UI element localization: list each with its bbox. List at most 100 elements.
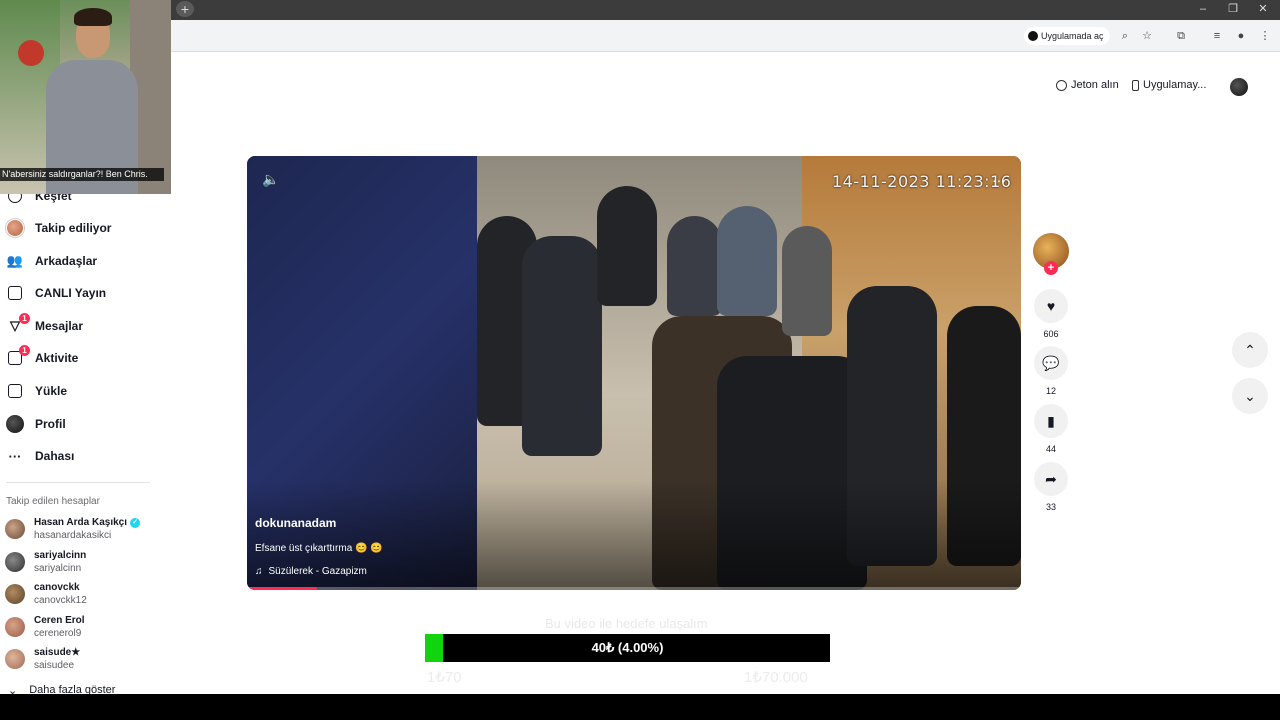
volume-icon[interactable]: 🔈 xyxy=(262,171,280,189)
next-video-button[interactable]: ⌄ xyxy=(1232,378,1268,414)
sidebar-item-messages[interactable]: ▽ 1 Mesajlar xyxy=(6,313,84,338)
get-coins-label: Jeton alın xyxy=(1071,79,1119,91)
goal-max-label: 1₺70.000 xyxy=(744,669,808,686)
sidebar-divider xyxy=(6,482,150,483)
sidebar-item-label: Takip ediliyor xyxy=(35,221,112,235)
sidebar-item-label: Mesajlar xyxy=(35,319,84,333)
sidebar-item-label: Profil xyxy=(35,417,66,431)
profile-icon xyxy=(6,415,24,433)
goal-progress-label: 40₺ (4.00%) xyxy=(591,640,664,655)
extensions-icon[interactable]: ⧉ xyxy=(1172,27,1190,45)
sidebar-item-label: CANLI Yayın xyxy=(35,286,107,300)
account-handle: hasanardakasikci xyxy=(34,530,112,541)
like-button[interactable]: ♥ xyxy=(1034,289,1068,323)
get-app-button[interactable]: Uygulamay... xyxy=(1132,79,1206,91)
goal-ghost-title: Bu video ile hedefe ulaşalım xyxy=(545,616,708,631)
followed-account[interactable]: Ceren Erol cerenerol9 xyxy=(5,612,85,642)
live-tv-icon xyxy=(6,284,24,302)
video-description: Efsane üst çıkarttırma 😊 😊 xyxy=(255,543,383,554)
account-name: Hasan Arda Kaşıkçı xyxy=(34,517,128,528)
more-options-icon[interactable]: ··· xyxy=(992,172,1006,188)
close-window-button[interactable]: ✕ xyxy=(1248,0,1278,20)
sidebar-item-following[interactable]: Takip ediliyor xyxy=(6,216,111,240)
sidebar-item-live[interactable]: CANLI Yayın xyxy=(6,281,106,305)
friends-icon: 👥 xyxy=(6,253,24,268)
followed-account[interactable]: saisude★ saisudee xyxy=(5,644,80,674)
account-name: Ceren Erol xyxy=(34,615,85,626)
user-avatar[interactable] xyxy=(1230,78,1248,96)
music-note-icon: ♫ xyxy=(255,566,263,577)
share-button[interactable]: ➦ xyxy=(1034,462,1068,496)
previous-video-button[interactable]: ⌃ xyxy=(1232,332,1268,368)
following-avatar-icon xyxy=(6,219,24,237)
share-arrow-icon: ➦ xyxy=(1045,470,1057,487)
minimize-button[interactable]: – xyxy=(1188,0,1218,20)
open-in-app-button[interactable]: Uygulamada aç xyxy=(1024,27,1110,45)
account-handle: canovckk12 xyxy=(34,595,87,606)
account-handle: cerenerol9 xyxy=(34,628,82,639)
get-app-label: Uygulamay... xyxy=(1143,79,1207,91)
account-handle: saisudee xyxy=(34,660,75,671)
browser-profile-icon[interactable]: ● xyxy=(1232,27,1250,45)
activity-icon: 1 xyxy=(6,345,30,367)
account-name: saisude★ xyxy=(34,647,81,658)
webcam-overlay xyxy=(0,0,171,194)
sidebar-item-more[interactable]: ··· Dahası xyxy=(6,444,75,468)
music-title: Süzülerek - Gazapizm xyxy=(268,566,367,577)
cctv-timestamp: 14-11-2023 11:23:16 xyxy=(832,172,1012,191)
save-button[interactable]: ▮ xyxy=(1034,404,1068,438)
avatar xyxy=(5,584,25,604)
zoom-icon[interactable]: ⌕ xyxy=(1116,27,1134,45)
share-count: 33 xyxy=(1045,502,1056,512)
sidebar-item-activity[interactable]: 1 Aktivite xyxy=(6,345,79,370)
browser-menu-icon[interactable]: ⋮ xyxy=(1256,27,1274,45)
activity-badge: 1 xyxy=(19,345,30,356)
followed-account[interactable]: canovckk canovckk12 xyxy=(5,579,87,609)
video-music[interactable]: ♫ Süzülerek - Gazapizm xyxy=(255,566,367,577)
new-tab-button[interactable]: + xyxy=(176,1,194,17)
account-handle: sariyalcinn xyxy=(34,563,82,574)
goal-min-label: 1₺70 xyxy=(427,669,462,686)
following-accounts-title: Takip edilen hesaplar xyxy=(6,496,100,507)
app-logo-icon xyxy=(1028,31,1038,41)
comment-icon: 💬 xyxy=(1042,354,1060,371)
media-control-icon[interactable]: ≡ xyxy=(1208,27,1226,45)
followed-account[interactable]: Hasan Arda Kaşıkçı ✓ hasanardakasikci xyxy=(5,514,141,544)
heart-icon: ♥ xyxy=(1046,298,1056,314)
video-progress-fill xyxy=(247,587,317,590)
bookmark-icon: ▮ xyxy=(1047,412,1055,429)
save-count: 44 xyxy=(1045,444,1056,454)
sidebar-item-label: Arkadaşlar xyxy=(35,254,98,268)
sidebar-item-profile[interactable]: Profil xyxy=(6,412,66,436)
open-in-app-label: Uygulamada aç xyxy=(1041,31,1104,41)
verified-icon: ✓ xyxy=(130,517,141,528)
chevron-down-icon: ⌄ xyxy=(1244,387,1256,404)
like-count: 606 xyxy=(1043,329,1059,339)
screen-bottom-strip xyxy=(0,694,1280,720)
webcam-caption: N'abersiniz saldırganlar?! Ben Chris. xyxy=(0,168,164,181)
sidebar-item-friends[interactable]: 👥 Arkadaşlar xyxy=(6,249,97,273)
maximize-button[interactable]: ❐ xyxy=(1218,0,1248,20)
messages-badge: 1 xyxy=(19,313,30,324)
messages-icon: ▽ 1 xyxy=(6,313,30,335)
account-name: canovckk xyxy=(34,582,80,593)
comment-count: 12 xyxy=(1045,386,1056,396)
avatar xyxy=(5,519,25,539)
sidebar-item-upload[interactable]: Yükle xyxy=(6,379,67,403)
followed-account[interactable]: sariyalcinn sariyalcinn xyxy=(5,547,86,577)
video-player[interactable]: 14-11-2023 11:23:16 🔈 ··· dokunanadam Ef… xyxy=(247,156,1021,590)
sidebar-item-label: Yükle xyxy=(35,384,68,398)
follow-plus-icon[interactable]: + xyxy=(1044,261,1058,275)
video-author[interactable]: dokunanadam xyxy=(255,516,336,530)
video-progress-track[interactable] xyxy=(247,587,1021,590)
bookmark-star-icon[interactable]: ☆ xyxy=(1138,27,1156,45)
sidebar-item-label: Aktivite xyxy=(35,351,79,365)
get-coins-button[interactable]: Jeton alın xyxy=(1056,79,1119,91)
coin-icon xyxy=(1056,79,1067,91)
sidebar-item-label: Dahası xyxy=(35,449,75,463)
avatar xyxy=(5,617,25,637)
avatar xyxy=(5,649,25,669)
comment-button[interactable]: 💬 xyxy=(1034,346,1068,380)
avatar xyxy=(5,552,25,572)
more-icon: ··· xyxy=(8,448,22,464)
